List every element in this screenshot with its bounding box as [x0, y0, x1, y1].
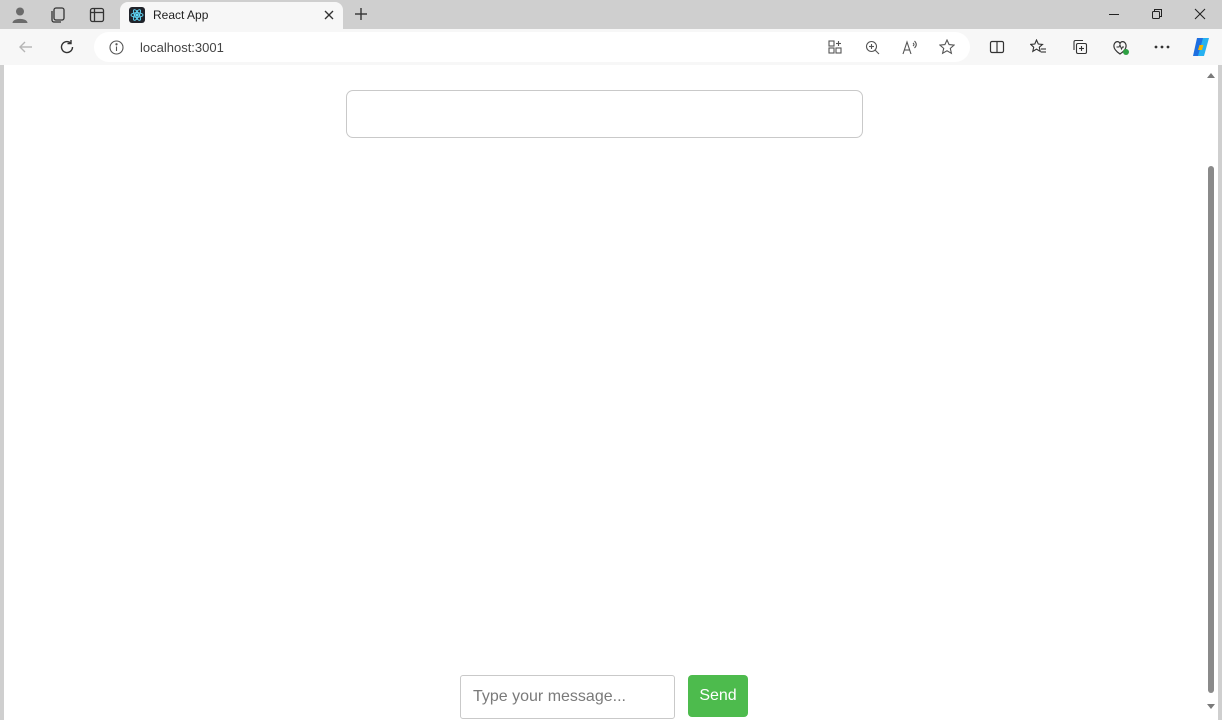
url-text[interactable]: localhost:3001	[140, 40, 224, 55]
back-icon[interactable]	[14, 35, 38, 59]
profile-icon[interactable]	[7, 3, 33, 27]
tab-strip: React App	[0, 0, 1222, 29]
close-window-icon[interactable]	[1185, 4, 1215, 24]
scroll-up-icon[interactable]	[1207, 73, 1215, 78]
page-viewport: Send	[4, 65, 1204, 720]
message-input[interactable]	[460, 675, 675, 719]
copilot-icon[interactable]	[1188, 35, 1214, 59]
favorites-icon[interactable]	[1025, 35, 1051, 59]
split-screen-icon[interactable]	[984, 35, 1010, 59]
send-button[interactable]: Send	[688, 675, 748, 717]
collections-icon[interactable]	[1067, 35, 1093, 59]
info-icon[interactable]	[108, 39, 124, 55]
restore-icon[interactable]	[1142, 4, 1172, 24]
workspaces-icon[interactable]	[45, 3, 71, 27]
tab-actions-icon[interactable]	[84, 3, 110, 27]
scrollbar-thumb[interactable]	[1208, 166, 1214, 693]
browser-toolbar: localhost:3001	[0, 29, 1222, 65]
refresh-icon[interactable]	[55, 35, 79, 59]
address-bar[interactable]: localhost:3001	[94, 32, 970, 62]
more-icon[interactable]	[1149, 35, 1175, 59]
favorite-star-icon[interactable]	[936, 37, 958, 57]
messages-display	[346, 90, 863, 138]
browser-essentials-icon[interactable]	[1108, 35, 1134, 59]
window-edge	[1218, 65, 1222, 720]
tab-react-app[interactable]: React App	[120, 2, 343, 29]
react-favicon-icon	[129, 7, 145, 23]
scroll-down-icon[interactable]	[1207, 704, 1215, 709]
new-tab-icon[interactable]	[350, 3, 372, 25]
tab-title: React App	[153, 8, 209, 22]
close-icon[interactable]	[320, 6, 338, 24]
vertical-scrollbar[interactable]	[1204, 65, 1218, 720]
app-available-icon[interactable]	[824, 37, 846, 57]
zoom-icon[interactable]	[861, 37, 883, 57]
read-aloud-icon[interactable]	[899, 37, 921, 57]
minimize-icon[interactable]	[1099, 4, 1129, 24]
